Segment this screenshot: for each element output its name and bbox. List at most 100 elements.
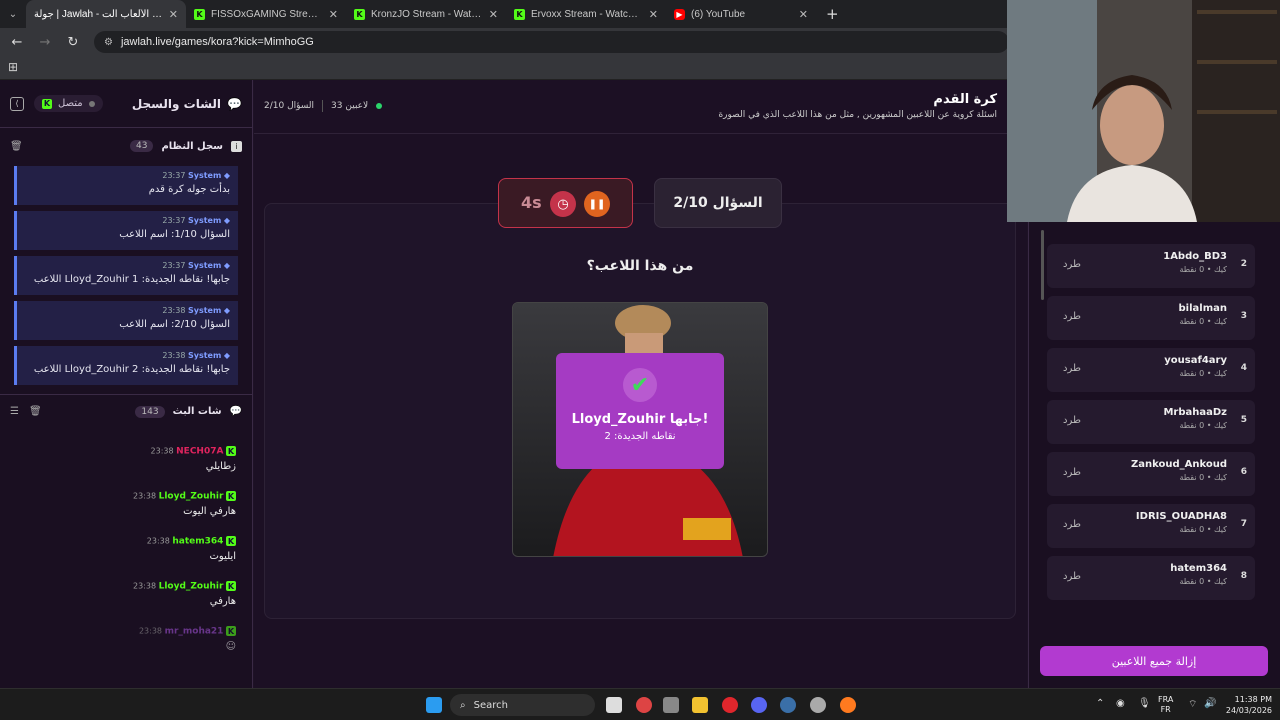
remove-all-players-button[interactable]: إزالة جميع اللاعبين [1040, 646, 1268, 676]
collapse-panel-icon[interactable]: ⟨ [10, 96, 24, 111]
trash-icon[interactable]: 🗑 [10, 141, 23, 152]
question-counter-small: السؤال 2/10 [264, 101, 315, 111]
app-icon[interactable] [810, 697, 826, 713]
player-points: كيك • 0 نقطة [1179, 317, 1227, 326]
result-points: نقاطه الجديدة: 2 [604, 431, 676, 442]
chat-username[interactable]: Lloyd_Zouhir [159, 582, 224, 592]
chat-username[interactable]: hatem364 [172, 537, 223, 547]
chat-username[interactable]: NECH07A [176, 447, 223, 457]
windows-start-icon[interactable] [426, 697, 442, 713]
close-tab-icon[interactable]: ✕ [169, 8, 178, 21]
player-rank: 4 [1240, 363, 1247, 373]
trash-icon[interactable]: 🗑 [29, 406, 42, 417]
volume-icon[interactable]: 🔊 [1204, 698, 1216, 709]
stream-chat-title: شات البث [172, 406, 222, 417]
tab-title: جولة | Jawlah - منصة الألعاب الت [34, 8, 163, 20]
filter-icon[interactable]: ☰ [10, 406, 19, 417]
opera-icon[interactable] [722, 697, 738, 713]
tab-title: KronzJO Stream - Watch Live o [371, 8, 483, 20]
site-info-icon[interactable]: ⚙ [104, 37, 113, 48]
chat-log-panel: ⟨ K متصل الشات والسجل 💬 🗑 43 سجل النظام … [0, 80, 253, 688]
chat-message: 23:38 Lloyd_Zouhir K هارفي [0, 577, 252, 622]
tab-youtube[interactable]: ▶ (6) YouTube ✕ [666, 0, 816, 28]
log-time: 23:37 [162, 216, 186, 225]
app-icon[interactable] [636, 697, 652, 713]
stream-chat-list: 23:38 NECH07A K زطايلي 23:38 Lloyd_Zouhi… [0, 428, 252, 667]
shield-icon: ◆ [223, 261, 230, 270]
search-label: Search [473, 699, 508, 711]
log-message: بدأت جوله كرة قدم [148, 184, 230, 195]
tab-list-chevron-icon[interactable]: ⌄ [0, 9, 26, 20]
tab-jawlah[interactable]: جولة | Jawlah - منصة الألعاب الت ✕ [26, 0, 186, 28]
new-tab-button[interactable]: + [816, 5, 839, 23]
apps-grid-icon[interactable]: ⊞ [8, 60, 18, 74]
chat-text: هارفي اليوت [183, 505, 236, 517]
kick-icon: K [354, 8, 365, 20]
player-rank: 2 [1240, 259, 1247, 269]
kick-player-button[interactable]: طرد [1063, 363, 1081, 374]
kick-icon: K [226, 581, 236, 591]
tab-ervoxx[interactable]: K Ervoxx Stream - Watch Live on ✕ [506, 0, 666, 28]
tray-chevron-icon[interactable]: ⌃ [1096, 698, 1104, 709]
stream-chat-header: ☰ 🗑 143 شات البث 💬 [0, 394, 252, 428]
taskbar-search[interactable]: ⌕ Search [450, 694, 595, 716]
shield-icon: ◆ [223, 216, 230, 225]
game-subtitle: اسئلة كروية عن اللاعبين المشهورين , مثل … [718, 110, 997, 120]
pause-button[interactable]: ❚❚ [584, 191, 610, 217]
player-name: yousaf4ary [1164, 355, 1227, 366]
task-view-icon[interactable] [606, 697, 622, 713]
status-dot [88, 100, 95, 107]
language-code: FRA [1158, 695, 1174, 704]
question-number-box: السؤال 2/10 [654, 178, 782, 228]
emoji-icon: ☺ [225, 640, 236, 652]
tab-kronzjo[interactable]: K KronzJO Stream - Watch Live o ✕ [346, 0, 506, 28]
url-field[interactable]: ⚙ jawlah.live/games/kora?kick=MimhoGG [94, 31, 1009, 53]
kick-icon: K [226, 536, 236, 546]
clock-time: 11:38 PM [1234, 695, 1272, 704]
chat-message: 23:38 Lloyd_Zouhir K هارفي اليوت [0, 487, 252, 532]
firefox-icon[interactable] [840, 697, 856, 713]
clock[interactable]: 11:38 PM 24/03/2026 [1222, 694, 1272, 716]
kick-player-button[interactable]: طرد [1063, 415, 1081, 426]
language-indicator[interactable]: FRA FR [1158, 695, 1173, 715]
chat-message: 23:38 mr_moha21 K ☺ [0, 622, 252, 667]
info-icon: i [231, 140, 242, 152]
kick-player-button[interactable]: طرد [1063, 311, 1081, 322]
player-row: طرد yousaf4ary كيك • 0 نقطة 4 [1047, 348, 1255, 392]
close-tab-icon[interactable]: ✕ [489, 8, 498, 21]
player-row: طرد Zankoud_Ankoud كيك • 0 نقطة 6 [1047, 452, 1255, 496]
url-text: jawlah.live/games/kora?kick=MimhoGG [120, 36, 314, 48]
kick-player-button[interactable]: طرد [1063, 467, 1081, 478]
close-tab-icon[interactable]: ✕ [649, 8, 658, 21]
file-explorer-icon[interactable] [692, 697, 708, 713]
log-sender: System [187, 261, 222, 270]
player-rank: 7 [1240, 519, 1247, 529]
network-icon[interactable]: ◉ [1116, 698, 1125, 709]
player-name: IDRIS_OUADHA8 [1135, 511, 1227, 522]
player-name: hatem364 [1170, 563, 1227, 574]
panel-title: الشات والسجل [131, 96, 222, 111]
app-icon[interactable] [663, 697, 679, 713]
log-entry: 23:38 System ◆ اللاعب Lloyd_Zouhir جابها… [14, 346, 238, 385]
kick-player-button[interactable]: طرد [1063, 571, 1081, 582]
wifi-icon[interactable]: ⌔ [1188, 698, 1197, 711]
player-points: كيك • 0 نقطة [1179, 577, 1227, 586]
reload-icon[interactable]: ↻ [66, 35, 80, 50]
close-tab-icon[interactable]: ✕ [329, 8, 338, 21]
log-time: 23:37 [162, 261, 186, 270]
player-rank: 5 [1240, 415, 1247, 425]
forward-arrow-icon[interactable]: → [38, 35, 52, 50]
tab-fissox[interactable]: K FISSOxGAMING Stream - Watc ✕ [186, 0, 346, 28]
question-prompt: من هذا اللاعب؟ [586, 258, 694, 274]
kick-player-button[interactable]: طرد [1063, 259, 1081, 270]
player-row: طرد MrbahaaDz كيك • 0 نقطة 5 [1047, 400, 1255, 444]
steam-icon[interactable] [780, 697, 796, 713]
back-arrow-icon[interactable]: ← [10, 35, 24, 50]
kick-player-button[interactable]: طرد [1063, 519, 1081, 530]
discord-icon[interactable] [751, 697, 767, 713]
mic-icon[interactable]: 🎙 [1138, 698, 1151, 709]
log-entry: 23:37 System ◆ اللاعب Lloyd_Zouhir جابها… [14, 256, 238, 295]
close-tab-icon[interactable]: ✕ [799, 8, 808, 21]
chat-username[interactable]: Lloyd_Zouhir [159, 492, 224, 502]
chat-username[interactable]: mr_moha21 [165, 627, 224, 637]
